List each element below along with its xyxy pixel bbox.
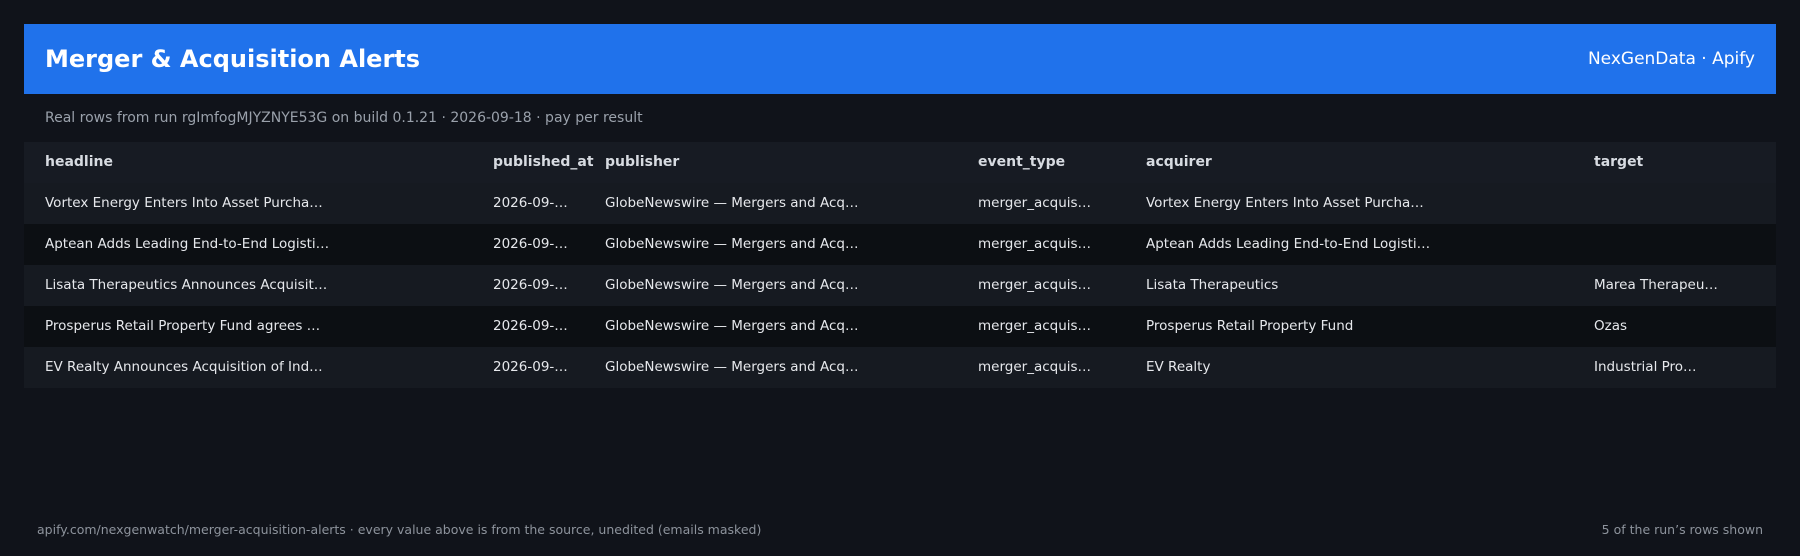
- table-row[interactable]: Lisata Therapeutics Announces Acquisit… …: [24, 265, 1776, 306]
- cell-published-at: 2026-09-…: [493, 195, 568, 211]
- cell-published-at: 2026-09-…: [493, 277, 568, 293]
- cell-event-type: merger_acquis…: [978, 318, 1092, 334]
- cell-headline: Vortex Energy Enters Into Asset Purcha…: [45, 195, 323, 211]
- cell-acquirer: Aptean Adds Leading End-to-End Logisti…: [1146, 236, 1431, 252]
- page: Merger & Acquisition Alerts NexGenData ·…: [0, 0, 1800, 556]
- footer-source-note: apify.com/nexgenwatch/merger-acquisition…: [37, 522, 762, 537]
- results-table: headline published_at publisher event_ty…: [24, 142, 1776, 388]
- column-header-event-type[interactable]: event_type: [978, 142, 1138, 183]
- cell-published-at: 2026-09-…: [493, 359, 568, 375]
- cell-acquirer: Lisata Therapeutics: [1146, 277, 1279, 293]
- cell-publisher: GlobeNewswire — Mergers and Acq…: [605, 236, 859, 252]
- table-row[interactable]: Vortex Energy Enters Into Asset Purcha… …: [24, 183, 1776, 224]
- cell-headline: Prosperus Retail Property Fund agrees …: [45, 318, 321, 334]
- cell-headline: Lisata Therapeutics Announces Acquisit…: [45, 277, 328, 293]
- cell-publisher: GlobeNewswire — Mergers and Acq…: [605, 359, 859, 375]
- cell-event-type: merger_acquis…: [978, 277, 1092, 293]
- table-row[interactable]: Prosperus Retail Property Fund agrees … …: [24, 306, 1776, 347]
- page-title: Merger & Acquisition Alerts: [45, 45, 421, 73]
- cell-headline: Aptean Adds Leading End-to-End Logisti…: [45, 236, 330, 252]
- cell-acquirer: EV Realty: [1146, 359, 1211, 375]
- cell-publisher: GlobeNewswire — Mergers and Acq…: [605, 277, 859, 293]
- column-header-publisher[interactable]: publisher: [605, 142, 965, 183]
- cell-acquirer: Prosperus Retail Property Fund: [1146, 318, 1354, 334]
- cell-event-type: merger_acquis…: [978, 236, 1092, 252]
- column-header-headline[interactable]: headline: [45, 142, 465, 183]
- run-info-subtitle: Real rows from run rgImfogMJYZNYE53G on …: [45, 110, 643, 126]
- cell-acquirer: Vortex Energy Enters Into Asset Purcha…: [1146, 195, 1424, 211]
- column-header-acquirer[interactable]: acquirer: [1146, 142, 1586, 183]
- table-header-row: headline published_at publisher event_ty…: [24, 142, 1776, 183]
- cell-target: Ozas: [1594, 318, 1628, 334]
- table-row[interactable]: Aptean Adds Leading End-to-End Logisti… …: [24, 224, 1776, 265]
- cell-published-at: 2026-09-…: [493, 318, 568, 334]
- cell-target: Industrial Pro…: [1594, 359, 1697, 375]
- column-header-target[interactable]: target: [1594, 142, 1769, 183]
- cell-headline: EV Realty Announces Acquisition of Ind…: [45, 359, 323, 375]
- cell-target: [1594, 224, 1769, 265]
- cell-target: Marea Therapeu…: [1594, 277, 1718, 293]
- cell-event-type: merger_acquis…: [978, 195, 1092, 211]
- cell-published-at: 2026-09-…: [493, 236, 568, 252]
- brand-label: NexGenData · Apify: [1587, 49, 1755, 69]
- cell-event-type: merger_acquis…: [978, 359, 1092, 375]
- cell-target: [1594, 183, 1769, 224]
- column-header-published-at[interactable]: published_at: [493, 142, 598, 183]
- cell-publisher: GlobeNewswire — Mergers and Acq…: [605, 318, 859, 334]
- footer-row-count: 5 of the run’s rows shown: [1601, 522, 1763, 537]
- header-bar: Merger & Acquisition Alerts NexGenData ·…: [24, 24, 1776, 94]
- table-row[interactable]: EV Realty Announces Acquisition of Ind… …: [24, 347, 1776, 388]
- cell-publisher: GlobeNewswire — Mergers and Acq…: [605, 195, 859, 211]
